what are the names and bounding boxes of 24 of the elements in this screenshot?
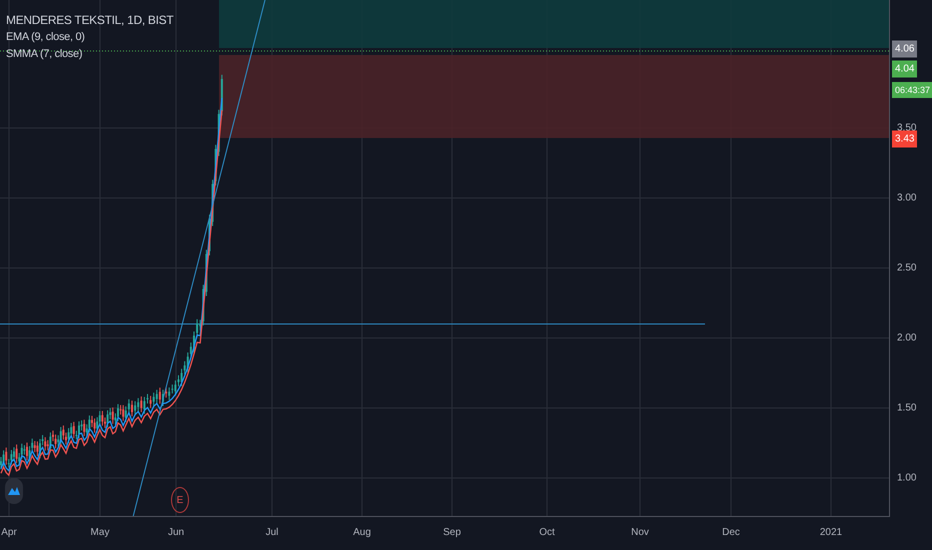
time-tick: May [90,527,110,538]
price-tick: 3.00 [897,192,916,204]
time-tick: Nov [631,527,649,538]
price-tick: 3.50 [897,122,916,134]
price-tick: 2.50 [897,262,916,274]
time-tick: Oct [539,527,555,538]
time-tick: Sep [443,527,461,538]
price-tick: 1.00 [897,472,916,484]
price-label: 4.06 [892,40,918,58]
time-tick: Jul [266,527,278,538]
earnings-marker[interactable]: E [171,487,189,513]
price-label: 4.04 [892,60,918,78]
time-tick: Dec [722,527,740,538]
time-tick: Jun [168,527,184,538]
countdown-label: 06:43:37 [892,82,932,98]
price-tick: 2.00 [897,332,916,344]
indicator-label: EMA (9, close, 0) [6,30,86,44]
price-tick: 1.50 [897,402,916,414]
indicator-label: SMMA (7, close) [6,47,84,61]
symbol-title: MENDERES TEKSTIL, 1D, BIST [6,13,174,27]
time-tick: Aug [353,527,371,538]
price-label: 3.43 [892,130,918,148]
time-tick: Apr [1,527,17,538]
time-tick: 2021 [820,527,842,538]
